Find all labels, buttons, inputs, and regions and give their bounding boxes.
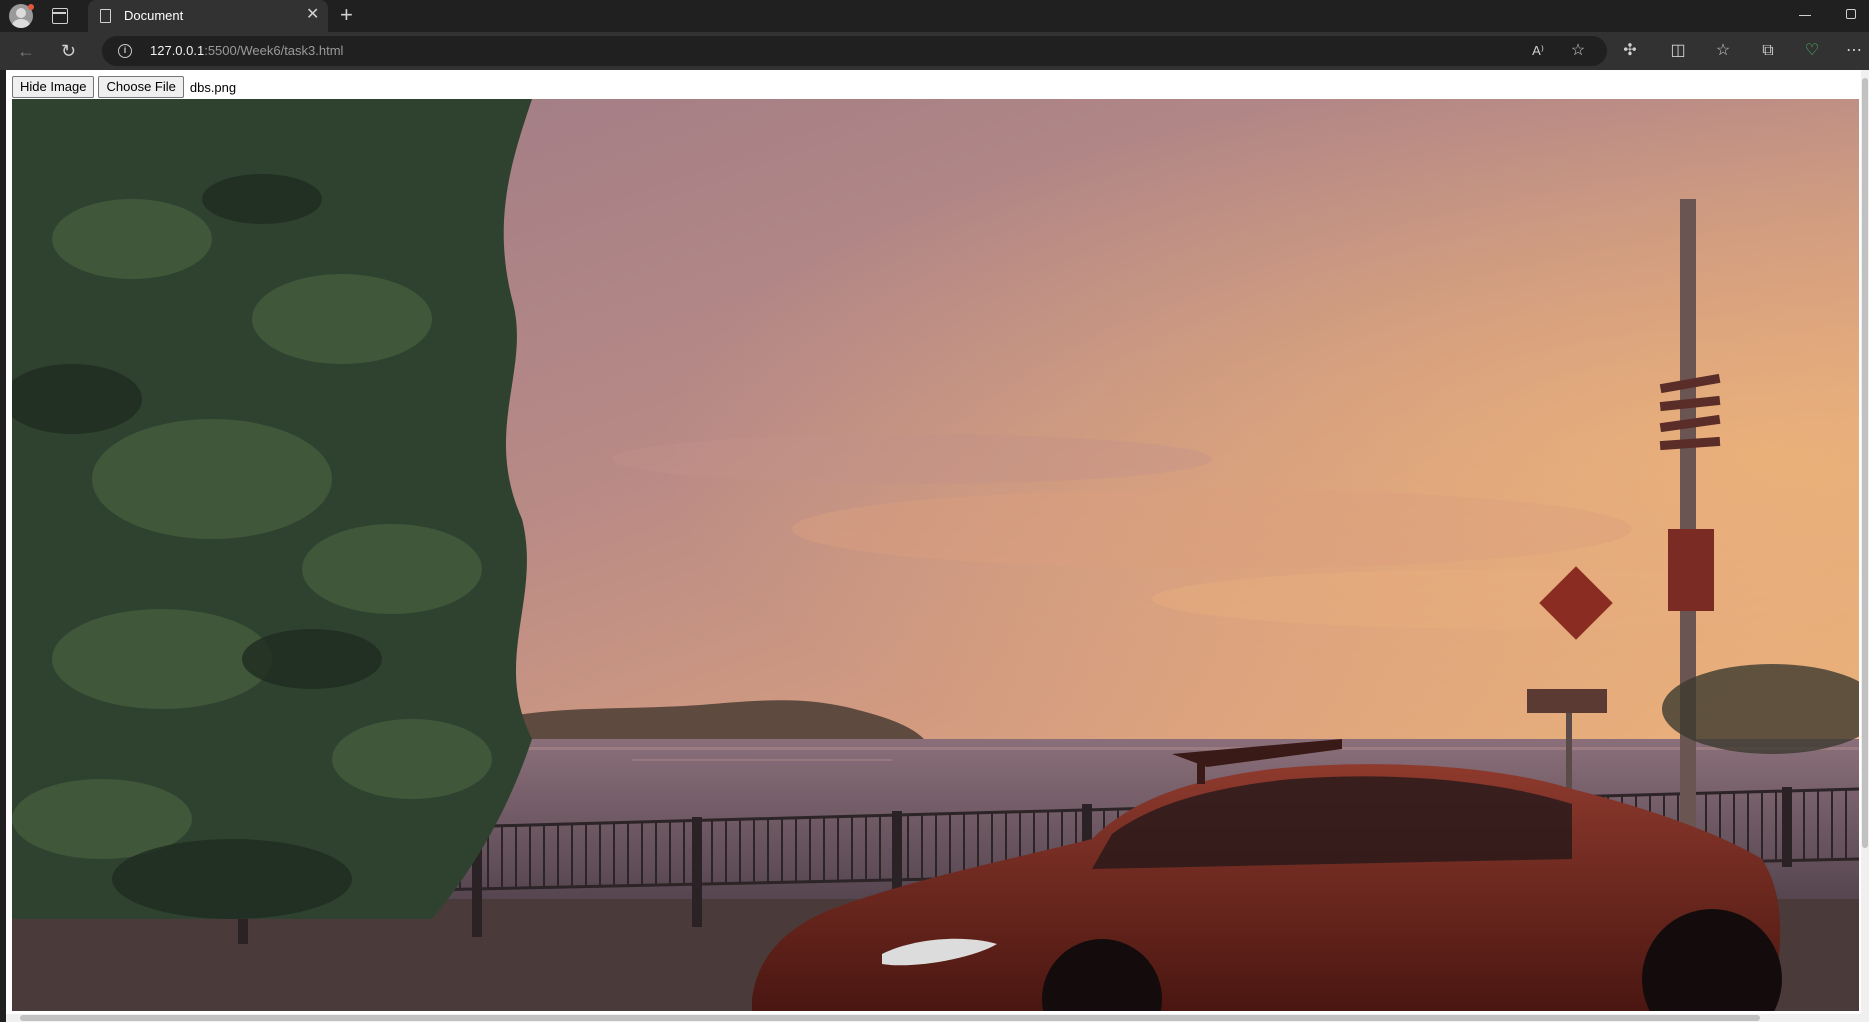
- horizontal-scroll-thumb[interactable]: [20, 1015, 1760, 1021]
- horizontal-scrollbar[interactable]: [6, 1014, 1861, 1022]
- back-icon[interactable]: ←: [17, 41, 35, 61]
- browser-title-bar: Document ✕ +: [0, 0, 1869, 32]
- tab-actions-icon[interactable]: [52, 8, 68, 24]
- minimize-icon[interactable]: [1799, 15, 1811, 17]
- favorite-icon[interactable]: ☆: [1567, 40, 1589, 62]
- displayed-image: [12, 99, 1859, 1011]
- address-bar[interactable]: i 127.0.0.1:5500/Week6/task3.html: [102, 36, 1607, 66]
- refresh-icon[interactable]: ↻: [61, 41, 76, 61]
- document-icon: [100, 9, 111, 23]
- more-icon[interactable]: ⋯: [1843, 40, 1865, 62]
- vertical-scroll-thumb[interactable]: [1862, 78, 1868, 848]
- new-tab-icon[interactable]: +: [340, 3, 353, 27]
- restore-icon[interactable]: [1846, 9, 1856, 19]
- favorites-icon[interactable]: ☆: [1712, 40, 1734, 62]
- selected-file-name: dbs.png: [189, 79, 237, 95]
- split-screen-icon[interactable]: ◫: [1667, 40, 1689, 62]
- collections-icon[interactable]: ⧉: [1757, 40, 1779, 62]
- browser-essentials-icon[interactable]: ♡: [1801, 40, 1823, 62]
- tab-document[interactable]: Document ✕: [88, 0, 328, 32]
- site-info-icon[interactable]: i: [118, 44, 132, 58]
- read-aloud-icon[interactable]: A⁾: [1527, 40, 1549, 62]
- extensions-icon[interactable]: ✣: [1619, 40, 1641, 62]
- url-text[interactable]: 127.0.0.1:5500/Week6/task3.html: [150, 43, 343, 58]
- notification-dot: [28, 4, 34, 10]
- page-viewport: Hide Image Choose File dbs.png: [6, 70, 1869, 1022]
- close-icon[interactable]: ✕: [306, 6, 319, 24]
- tab-title: Document: [124, 8, 184, 23]
- image-controls: Hide Image Choose File dbs.png: [12, 76, 236, 98]
- vertical-scrollbar[interactable]: [1861, 70, 1869, 1022]
- choose-file-button[interactable]: Choose File: [98, 76, 184, 98]
- hide-image-button[interactable]: Hide Image: [12, 76, 95, 98]
